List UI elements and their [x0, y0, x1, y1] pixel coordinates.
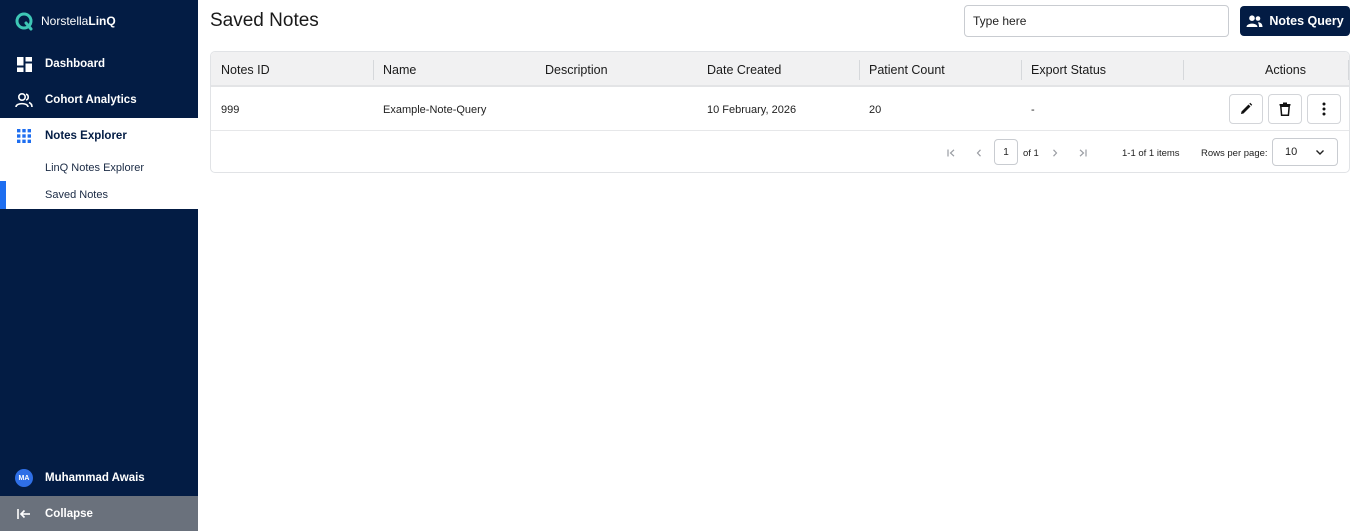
rows-per-page-value: 10	[1285, 146, 1298, 158]
column-separator[interactable]	[373, 60, 374, 80]
table-row[interactable]: 999 Example-Note-Query 10 February, 2026…	[211, 89, 1349, 131]
sidebar-item-label: Dashboard	[45, 58, 106, 70]
pencil-icon	[1241, 102, 1253, 114]
page-title: Saved Notes	[210, 10, 319, 31]
table-header: Notes ID Name Description Date Created P…	[211, 52, 1349, 87]
collapse-arrow-icon	[15, 505, 33, 523]
notes-query-label: Notes Query	[1269, 14, 1344, 28]
people-icon	[15, 91, 33, 109]
delete-button[interactable]	[1268, 94, 1302, 124]
page-number-input[interactable]: 1	[994, 139, 1018, 165]
items-summary: 1-1 of 1 items	[1122, 147, 1180, 159]
column-header-description[interactable]: Description	[545, 52, 608, 87]
sidebar-item-dashboard[interactable]: Dashboard	[0, 46, 198, 82]
column-separator[interactable]	[1021, 60, 1022, 80]
chevron-down-icon	[1315, 147, 1325, 157]
avatar: MA	[15, 469, 33, 487]
dashboard-icon	[15, 55, 33, 73]
sidebar-subitem-label: Saved Notes	[45, 189, 108, 201]
more-options-button[interactable]	[1307, 94, 1341, 124]
edit-button[interactable]	[1229, 94, 1263, 124]
column-header-patient-count[interactable]: Patient Count	[869, 52, 945, 87]
cell-notes-id: 999	[221, 104, 240, 116]
page-count: of 1	[1023, 147, 1039, 159]
people-icon	[1246, 15, 1263, 27]
cell-export-status: -	[1031, 104, 1035, 116]
column-header-actions: Actions	[1265, 62, 1306, 77]
user-profile[interactable]: MA Muhammad Awais	[0, 464, 198, 492]
sidebar-item-label: Cohort Analytics	[45, 94, 137, 106]
cell-date-created: 10 February, 2026	[707, 104, 797, 116]
sidebar-item-label: Notes Explorer	[45, 130, 127, 142]
next-page-icon[interactable]	[1047, 145, 1063, 161]
notes-query-button[interactable]: Notes Query	[1240, 6, 1350, 36]
sidebar-item-cohort-analytics[interactable]: Cohort Analytics	[0, 82, 198, 118]
more-vertical-icon	[1322, 102, 1326, 116]
sidebar: NorstellaLinQ Dashboard Cohort Analytics…	[0, 0, 198, 531]
cell-patient-count: 20	[869, 104, 882, 116]
cell-name: Example-Note-Query	[383, 104, 487, 116]
brand-logo[interactable]: NorstellaLinQ	[14, 11, 116, 31]
column-separator[interactable]	[1348, 60, 1349, 80]
column-separator[interactable]	[1183, 60, 1184, 80]
last-page-icon[interactable]	[1074, 145, 1090, 161]
pagination: 1 of 1 1-1 of 1 items Rows per page: 10	[211, 132, 1349, 172]
collapse-label: Collapse	[45, 507, 93, 520]
rows-per-page-label: Rows per page:	[1201, 147, 1268, 159]
norstella-logo-icon	[15, 12, 33, 31]
column-header-export-status[interactable]: Export Status	[1031, 52, 1106, 87]
column-header-date-created[interactable]: Date Created	[707, 52, 781, 87]
user-name: Muhammad Awais	[45, 472, 145, 484]
grid-icon	[15, 127, 33, 145]
rows-per-page-select[interactable]: 10	[1272, 138, 1338, 166]
brand-name: NorstellaLinQ	[41, 14, 116, 28]
sidebar-item-notes-explorer[interactable]: Notes Explorer	[0, 118, 198, 154]
sidebar-subitem-label: LinQ Notes Explorer	[45, 161, 145, 174]
trash-icon	[1279, 102, 1291, 116]
collapse-button[interactable]: Collapse	[0, 496, 198, 531]
previous-page-icon[interactable]	[971, 145, 987, 161]
column-separator[interactable]	[859, 60, 860, 80]
search-input[interactable]	[964, 5, 1229, 37]
column-header-notes-id[interactable]: Notes ID	[221, 52, 270, 87]
sidebar-subitem-linq-notes-explorer[interactable]: LinQ Notes Explorer	[0, 154, 198, 181]
column-header-name[interactable]: Name	[383, 52, 416, 87]
saved-notes-table: Notes ID Name Description Date Created P…	[210, 51, 1350, 173]
sidebar-subitem-saved-notes[interactable]: Saved Notes	[0, 181, 198, 209]
first-page-icon[interactable]	[943, 145, 959, 161]
